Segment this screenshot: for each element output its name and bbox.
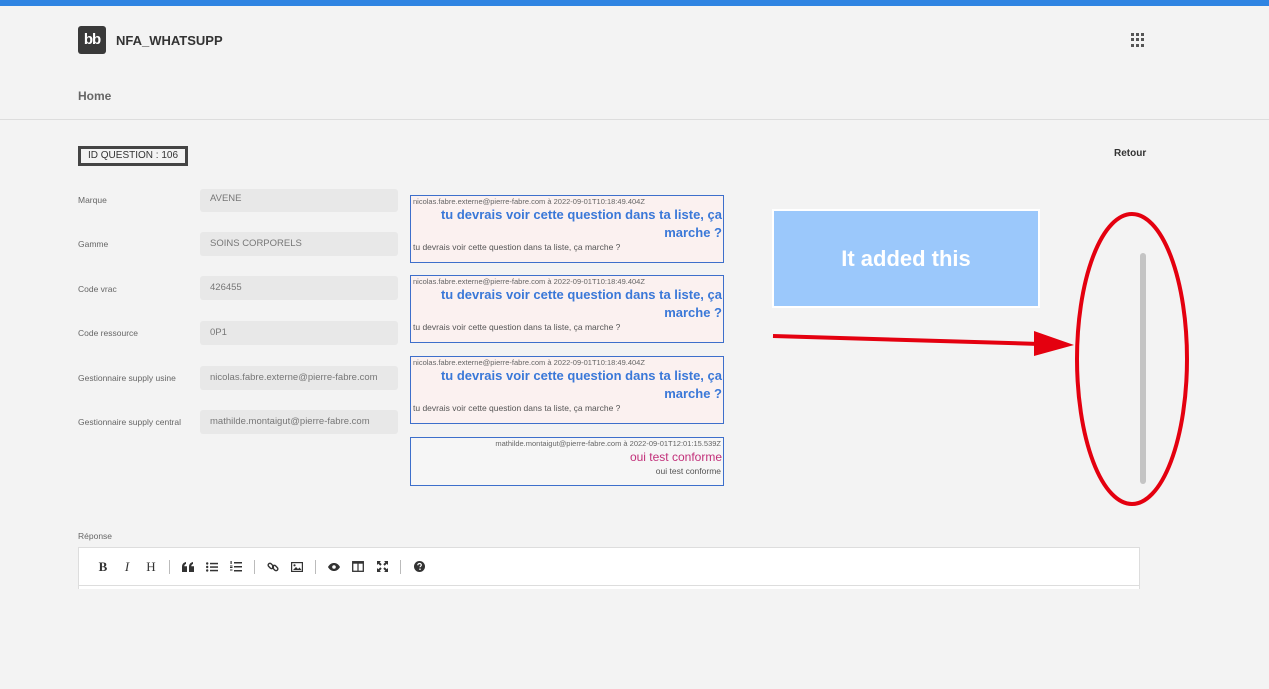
annotation-arrow-head bbox=[1034, 331, 1074, 356]
link-icon[interactable] bbox=[261, 555, 285, 579]
editor-toolbar: B I H bbox=[79, 548, 1139, 586]
side-by-side-icon[interactable] bbox=[346, 555, 370, 579]
annotation-circle bbox=[1075, 212, 1189, 506]
unordered-list-icon[interactable] bbox=[200, 555, 224, 579]
ordered-list-icon[interactable] bbox=[224, 555, 248, 579]
heading-icon[interactable]: H bbox=[139, 555, 163, 579]
help-icon[interactable] bbox=[407, 555, 431, 579]
scrollbar-thumb bbox=[1140, 253, 1146, 484]
annotation-arrow-line bbox=[772, 334, 1041, 346]
reponse-label: Réponse bbox=[78, 531, 113, 541]
quote-icon[interactable] bbox=[176, 555, 200, 579]
fullscreen-icon[interactable] bbox=[370, 555, 394, 579]
image-icon[interactable] bbox=[285, 555, 309, 579]
bold-icon[interactable]: B bbox=[91, 555, 115, 579]
toolbar-separator bbox=[400, 559, 401, 574]
toolbar-separator bbox=[169, 559, 170, 574]
preview-icon[interactable] bbox=[322, 555, 346, 579]
italic-icon[interactable]: I bbox=[115, 555, 139, 579]
toolbar-separator bbox=[254, 559, 255, 574]
markdown-editor[interactable]: B I H bbox=[78, 547, 1140, 589]
toolbar-separator bbox=[315, 559, 316, 574]
